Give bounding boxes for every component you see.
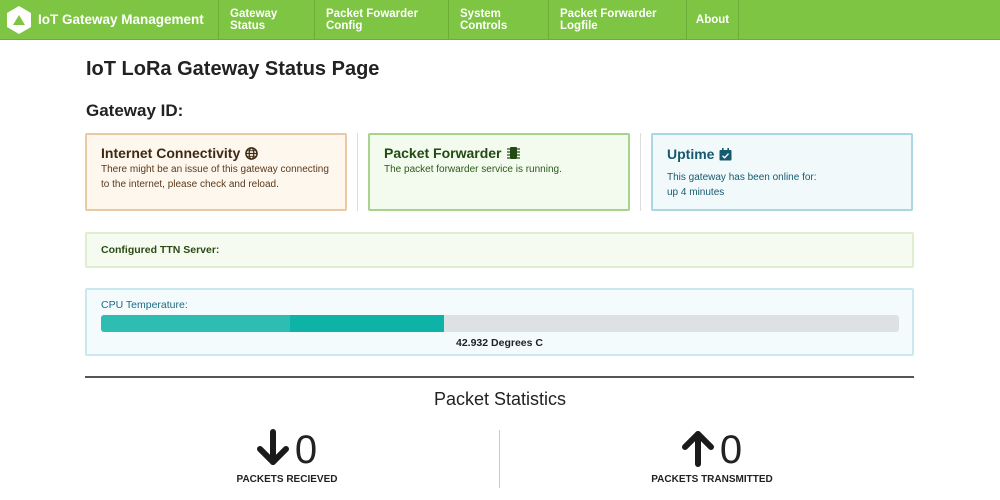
packets-transmitted-stat: 0 PACKETS TRANSMITTED	[582, 428, 842, 485]
uptime-card-title-text: Uptime	[667, 146, 715, 162]
cpu-temperature-value: 42.932 Degrees C	[456, 337, 543, 349]
brand[interactable]: IoT Gateway Management	[0, 0, 219, 39]
uptime-card-title: Uptime	[667, 146, 897, 162]
packet-card-body: The packet forwarder service is running.	[384, 164, 562, 175]
brand-title: IoT Gateway Management	[38, 12, 204, 27]
stats-divider	[499, 430, 500, 488]
nav-packet-forwarder-config[interactable]: Packet Fowarder Config	[315, 0, 449, 39]
calendar-check-icon	[719, 147, 732, 161]
internet-card-title: Internet Connectivity	[101, 145, 331, 161]
packets-received-count: 0	[294, 428, 318, 472]
navbar: IoT Gateway Management Gateway Status Pa…	[0, 0, 1000, 40]
cpu-temperature-bar-highlight	[101, 315, 290, 332]
card-divider	[640, 133, 641, 211]
uptime-card-body: This gateway has been online for: up 4 m…	[667, 170, 897, 200]
packets-received-stat: 0 PACKETS RECIEVED	[157, 428, 417, 485]
ttn-server-box: Configured TTN Server:	[85, 232, 914, 268]
gateway-id-heading: Gateway ID:	[86, 101, 189, 121]
packet-card-title-text: Packet Forwarder	[384, 145, 502, 161]
uptime-card: Uptime This gateway has been online for:…	[651, 133, 913, 211]
packets-transmitted-count: 0	[719, 428, 743, 472]
card-divider	[357, 133, 358, 211]
internet-card-body: There might be an issue of this gateway …	[101, 164, 329, 190]
packet-statistics-title: Packet Statistics	[433, 389, 567, 409]
packets-transmitted-row: 0	[681, 428, 743, 472]
arrow-up-icon	[681, 429, 714, 472]
packet-forwarder-card: Packet Forwarder The packet forwarder se…	[368, 133, 630, 211]
section-divider	[85, 376, 914, 378]
nav-packet-forwarder-logfile[interactable]: Packet Forwarder Logfile	[549, 0, 687, 39]
hexagon-logo-icon	[7, 5, 31, 34]
nav-gateway-status[interactable]: Gateway Status	[219, 0, 315, 39]
packets-received-row: 0	[256, 428, 318, 472]
uptime-value: up 4 minutes	[667, 187, 725, 198]
globe-icon	[245, 146, 259, 160]
packets-transmitted-label: PACKETS TRANSMITTED	[651, 474, 773, 485]
packets-received-label: PACKETS RECIEVED	[236, 474, 338, 485]
internet-card-title-text: Internet Connectivity	[101, 145, 241, 161]
cpu-temperature-bar	[101, 315, 899, 332]
cpu-temperature-bar-fill	[101, 315, 445, 332]
nav-about[interactable]: About	[687, 0, 739, 39]
internet-connectivity-card: Internet Connectivity There might be an …	[85, 133, 347, 211]
nav-system-controls[interactable]: System Controls	[449, 0, 549, 39]
uptime-description: This gateway has been online for:	[667, 172, 817, 183]
chip-icon	[506, 146, 520, 160]
cpu-temperature-label: CPU Temperature:	[101, 299, 188, 311]
cpu-temperature-box: CPU Temperature: 42.932 Degrees C	[85, 288, 914, 356]
packet-card-title: Packet Forwarder	[384, 145, 614, 161]
gateway-id-label: Gateway ID:	[86, 101, 184, 120]
page-title: IoT LoRa Gateway Status Page	[86, 58, 380, 80]
arrow-down-icon	[256, 428, 289, 472]
ttn-server-label: Configured TTN Server:	[101, 244, 220, 256]
